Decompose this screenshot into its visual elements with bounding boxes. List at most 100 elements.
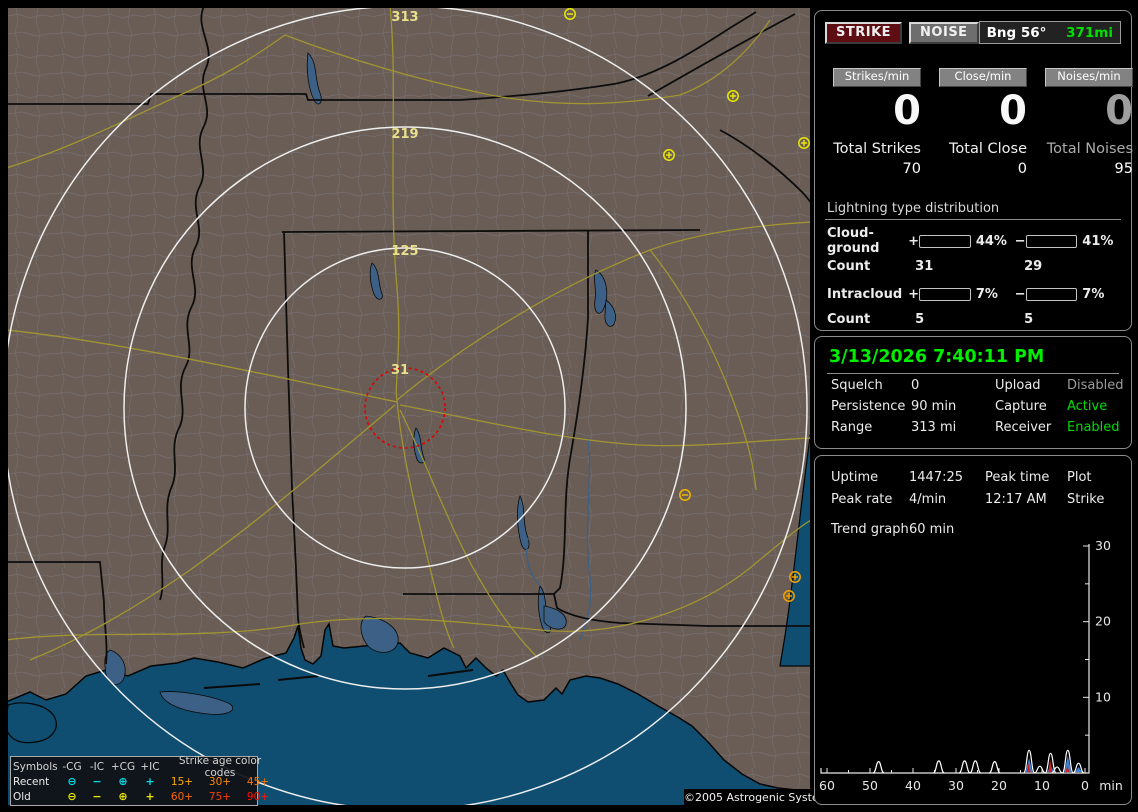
ic-pos-pct: 7%	[975, 286, 998, 302]
plot-label: Plot	[1067, 469, 1092, 485]
legend-header-neg-cg: -CG	[62, 760, 82, 773]
strikes-per-min-button[interactable]: Strikes/min	[833, 68, 921, 87]
strike-toggle-button[interactable]: STRIKE	[825, 21, 903, 44]
capture-value: Active	[1067, 398, 1108, 414]
upload-value: Disabled	[1067, 377, 1124, 393]
ic-neg-pct: 7%	[1082, 286, 1105, 302]
bearing-readout: Bng 56° 371mi	[978, 21, 1121, 44]
intracloud-count-row: Count 5 5	[825, 312, 1121, 327]
svg-text:10: 10	[1034, 778, 1050, 793]
recent-neg-ic-icon: −	[92, 775, 102, 788]
cloud-ground-label: Cloud-ground	[827, 226, 880, 256]
app-window: 313 219 125 31 Symbols -CG -IC +CG +IC S…	[0, 0, 1138, 812]
total-strikes-label: Total Strikes	[833, 141, 921, 157]
total-close-label: Total Close	[949, 141, 1027, 157]
persistence-label: Persistence	[831, 398, 906, 414]
squelch-label: Squelch	[831, 377, 883, 393]
age-30: 30+	[208, 775, 232, 788]
svg-text:30: 30	[948, 778, 964, 793]
ring-label-31: 31	[391, 363, 409, 378]
persistence-value: 90 min	[911, 398, 957, 414]
svg-text:10: 10	[1095, 689, 1111, 704]
svg-text:40: 40	[905, 778, 921, 793]
age-90: 90+	[246, 790, 270, 803]
total-close-value: 0	[1017, 161, 1027, 177]
squelch-value: 0	[911, 377, 920, 393]
noise-toggle-button[interactable]: NOISE	[909, 21, 979, 44]
plus-sign: +	[908, 286, 920, 302]
trend-window-value: 60 min	[909, 521, 955, 537]
legend-header-pos-cg: +CG	[110, 760, 136, 773]
counter-grid: Strikes/min Close/min Noises/min 0 0 0 T…	[825, 68, 1133, 177]
total-strikes-value: 70	[902, 161, 921, 177]
cg-pos-count: 31	[915, 259, 934, 274]
plot-value: Strike	[1067, 491, 1105, 507]
age-60: 60+	[170, 790, 194, 803]
svg-text:min: min	[1099, 778, 1123, 793]
cg-pos-pct: 44%	[975, 233, 1007, 249]
age-75: 75+	[208, 790, 232, 803]
cg-neg-count: 29	[1024, 259, 1043, 274]
svg-text:20: 20	[991, 778, 1007, 793]
lightning-map[interactable]: 313 219 125 31	[8, 8, 810, 805]
noises-per-min-button[interactable]: Noises/min	[1045, 68, 1133, 87]
legend-row-recent-label: Recent	[13, 775, 50, 788]
stats-panel: Uptime 1447:25 Peak time Plot Peak rate …	[814, 455, 1132, 805]
age-45: 45+	[246, 775, 270, 788]
strikes-rate-value: 0	[893, 88, 921, 134]
status-row: Squelch 0 Upload Disabled	[827, 375, 1123, 395]
stats-row: Peak rate 4/min 12:17 AM Strike	[827, 488, 1119, 510]
old-neg-cg-icon: ⊖	[67, 790, 77, 803]
upload-label: Upload	[995, 377, 1041, 393]
receiver-label: Receiver	[995, 419, 1052, 435]
svg-text:60: 60	[819, 778, 835, 793]
intracloud-label: Intracloud	[827, 286, 903, 302]
close-per-min-button[interactable]: Close/min	[939, 68, 1027, 87]
svg-text:20: 20	[1095, 614, 1111, 629]
ic-pos-count: 5	[915, 312, 925, 327]
ic-pos-bar	[919, 287, 971, 301]
bearing-range: 371mi	[1066, 24, 1113, 41]
distribution-title: Lightning type distribution	[825, 201, 1121, 220]
trend-graph-label: Trend graph	[831, 521, 909, 537]
svg-text:0: 0	[1081, 778, 1089, 793]
range-label: Range	[831, 419, 873, 435]
noises-rate-value: 0	[1105, 88, 1133, 134]
minus-sign: −	[1014, 233, 1026, 249]
capture-label: Capture	[995, 398, 1047, 414]
legend-header-symbols: Symbols	[13, 760, 58, 773]
old-neg-ic-icon: −	[92, 790, 102, 803]
close-rate-value: 0	[999, 88, 1027, 134]
recent-pos-cg-icon: ⊕	[118, 775, 128, 788]
stats-row: Uptime 1447:25 Peak time Plot	[827, 466, 1119, 488]
counters-panel: STRIKE NOISE Bng 56° 371mi Strikes/min C…	[814, 10, 1133, 331]
trend-graph: 60 50 40 30 20 10 0 min 10 20 30	[819, 538, 1123, 793]
uptime-label: Uptime	[831, 469, 879, 485]
toolbar: STRIKE NOISE Bng 56° 371mi	[825, 21, 1121, 44]
cloud-ground-row: Cloud-ground + 44% − 41%	[825, 226, 1121, 256]
legend-header-neg-ic: -IC	[89, 760, 105, 773]
receiver-value: Enabled	[1067, 419, 1120, 435]
legend-row-old-label: Old	[13, 790, 31, 803]
peak-rate-label: Peak rate	[831, 491, 893, 507]
copyright-text: ©2005 Astrogenic Systems	[684, 789, 835, 807]
svg-text:50: 50	[862, 778, 878, 793]
map-legend: Symbols -CG -IC +CG +IC Strike age color…	[10, 755, 269, 806]
cloud-ground-count-row: Count 31 29	[825, 259, 1121, 274]
uptime-value: 1447:25	[909, 469, 964, 485]
count-label: Count	[827, 259, 871, 274]
ic-neg-bar	[1025, 287, 1078, 301]
total-noises-label: Total Noises	[1046, 141, 1133, 157]
old-pos-ic-icon: +	[145, 790, 155, 803]
datetime-display: 3/13/2026 7:40:11 PM	[827, 343, 1119, 374]
ring-label-219: 219	[391, 127, 418, 142]
plus-sign: +	[908, 233, 920, 249]
legend-header-pos-ic: +IC	[140, 760, 160, 773]
ring-label-125: 125	[391, 244, 418, 259]
peak-rate-value: 4/min	[909, 491, 947, 507]
intracloud-row: Intracloud + 7% − 7%	[825, 286, 1121, 302]
age-15: 15+	[170, 775, 194, 788]
status-panel: 3/13/2026 7:40:11 PM Squelch 0 Upload Di…	[814, 336, 1132, 449]
recent-pos-ic-icon: +	[145, 775, 155, 788]
old-pos-cg-icon: ⊕	[118, 790, 128, 803]
